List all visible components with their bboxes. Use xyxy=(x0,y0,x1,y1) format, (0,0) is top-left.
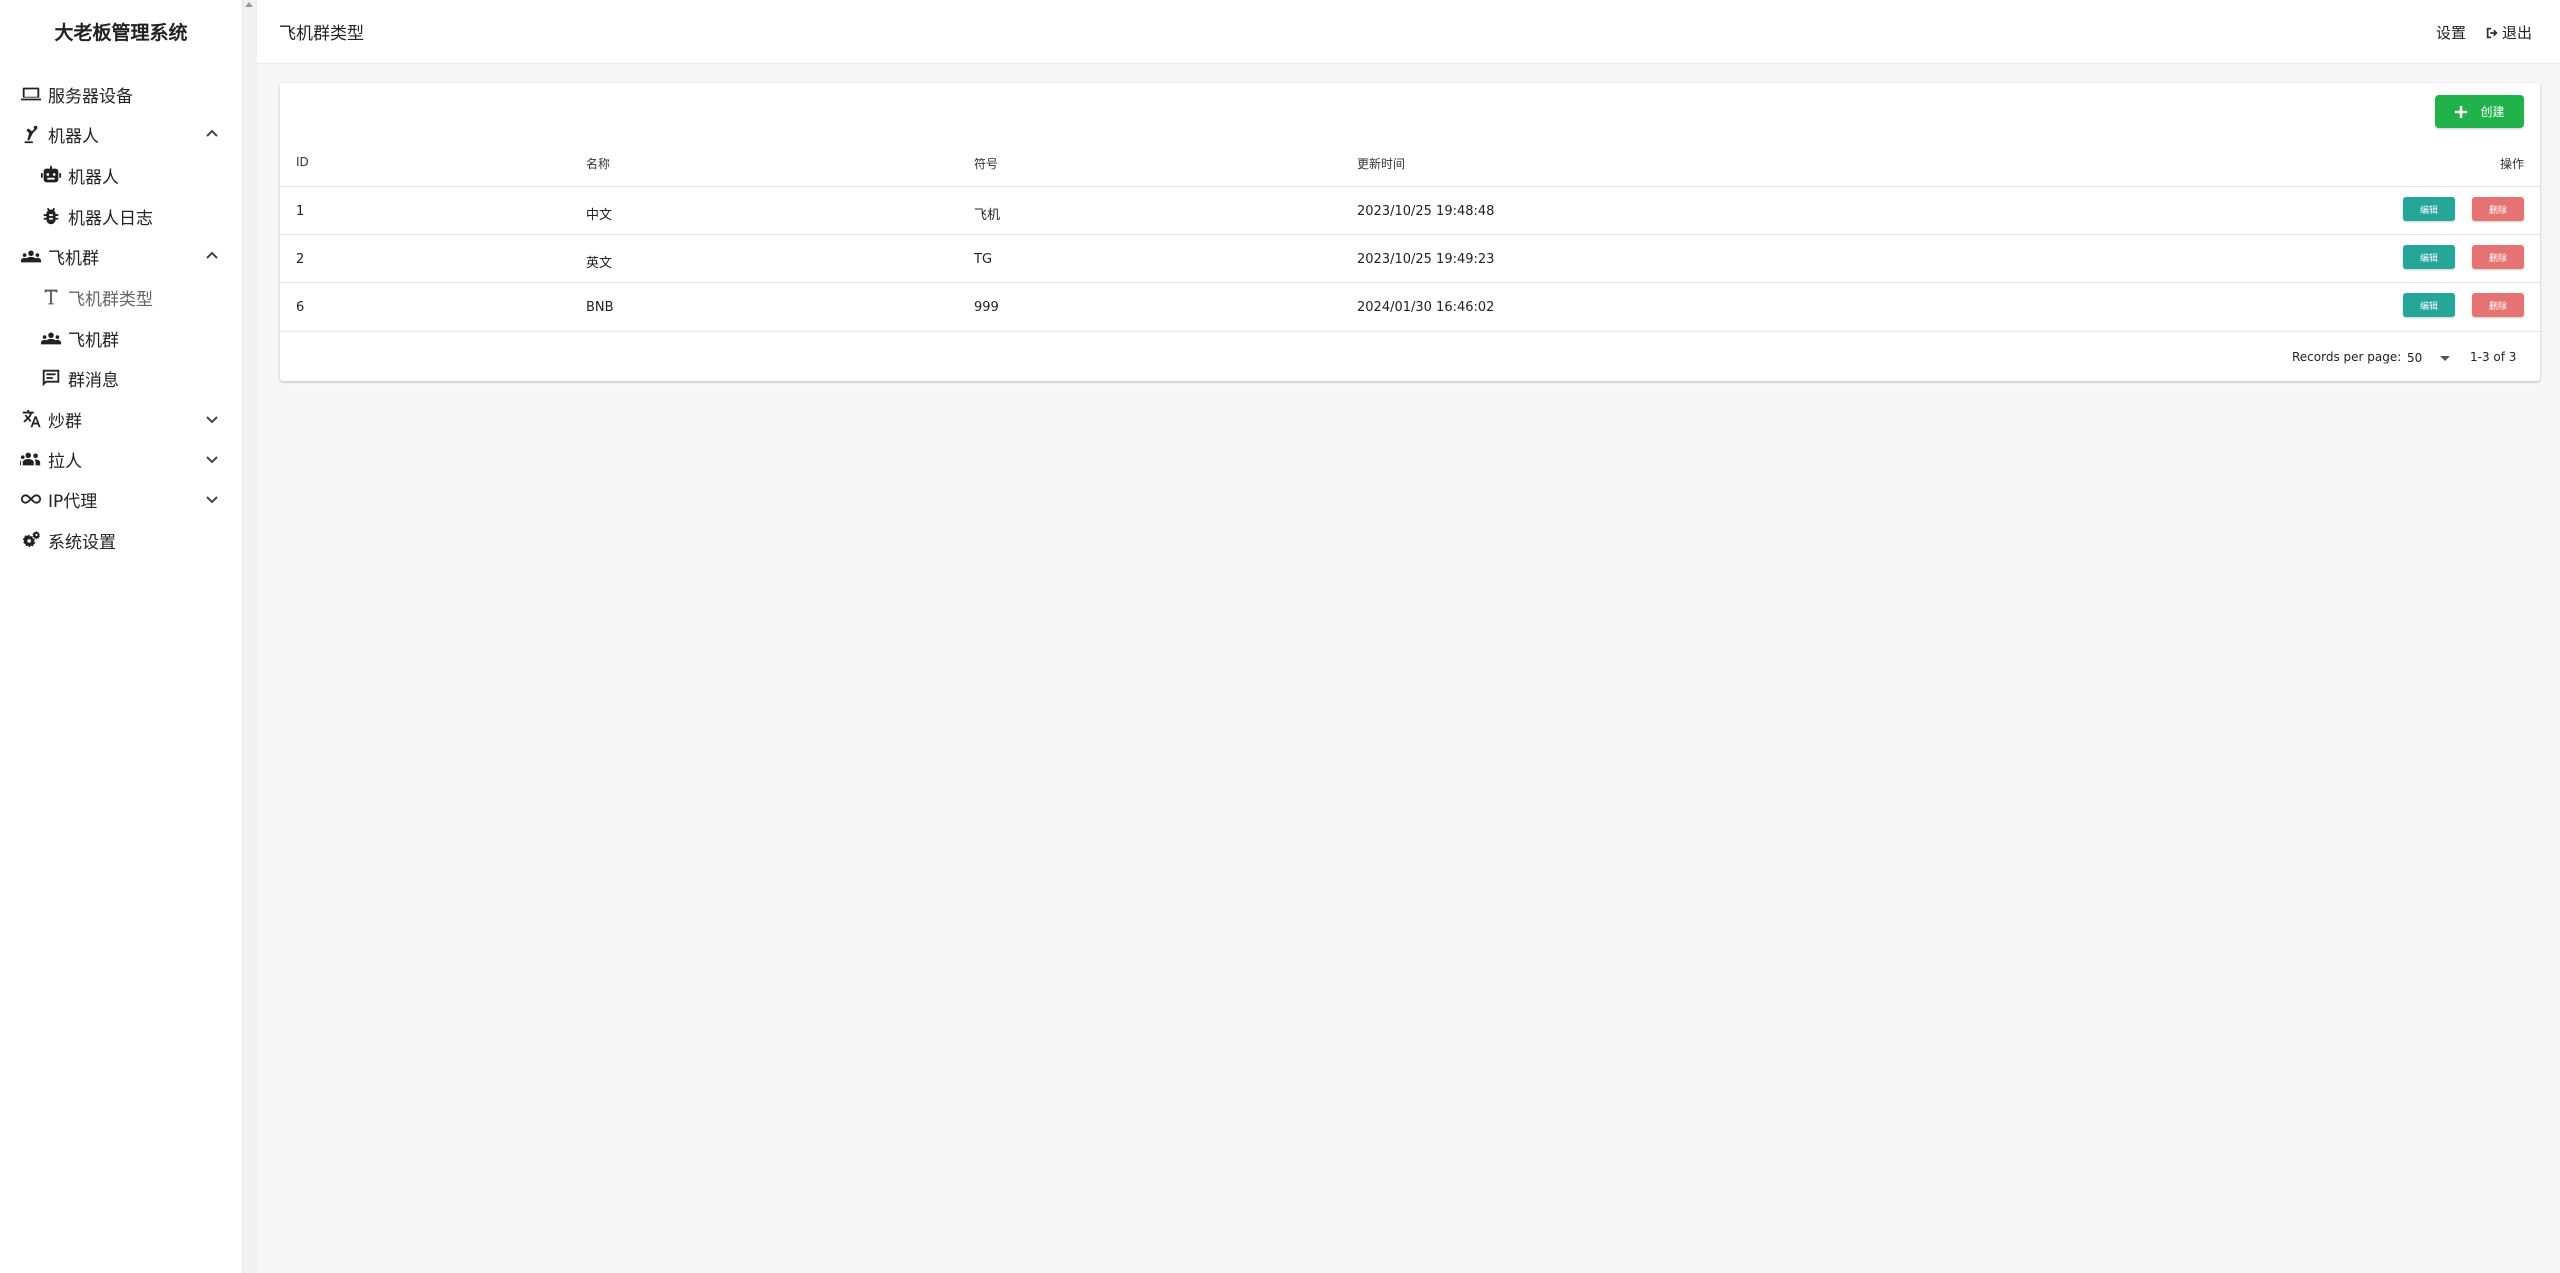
logout-icon xyxy=(2486,27,2498,38)
page-title: 飞机群类型 xyxy=(279,24,364,44)
sidebar-item-label: 机器人 xyxy=(68,167,119,188)
text-type-icon xyxy=(38,284,64,310)
column-header-actions: 操作 xyxy=(2499,157,2524,171)
per-page-value: 50 xyxy=(2407,351,2423,365)
delete-button[interactable]: 删除 xyxy=(2472,245,2524,269)
sidebar-item-robots-group[interactable]: 机器人 xyxy=(0,115,242,153)
sidebar-item-groups[interactable]: 飞机群 xyxy=(0,319,242,357)
plus-icon xyxy=(2454,105,2468,119)
sidebar-item-robots[interactable]: 机器人 xyxy=(0,156,242,194)
cell-name: BNB xyxy=(586,300,614,315)
people-icon xyxy=(18,446,44,472)
sidebar-item-group-types[interactable]: 飞机群类型 xyxy=(0,278,242,316)
delete-button[interactable]: 删除 xyxy=(2472,293,2524,317)
sidebar-scrollbar[interactable] xyxy=(242,0,257,1273)
column-header-name[interactable]: 名称 xyxy=(586,155,610,172)
sidebar-item-label: 群消息 xyxy=(68,370,119,391)
sidebar-item-label: 拉人 xyxy=(48,451,82,472)
sidebar-item-groups-group[interactable]: 飞机群 xyxy=(0,237,242,275)
sidebar-item-label: 服务器设备 xyxy=(48,86,133,107)
message-icon xyxy=(38,365,64,391)
sidebar-item-label: 飞机群 xyxy=(68,330,119,351)
sidebar: 大老板管理系统 服务器设备 机器人 机器人 机器人日志 飞机群 飞机群类型 飞机… xyxy=(0,0,242,1273)
bug-icon xyxy=(38,203,64,229)
header-divider xyxy=(280,186,2540,187)
sidebar-item-invite-group[interactable]: 拉人 xyxy=(0,440,242,478)
cell-id: 6 xyxy=(296,300,305,315)
cell-name: 英文 xyxy=(586,256,613,271)
top-bar: 飞机群类型 设置 退出 xyxy=(257,0,2560,64)
sidebar-item-label: 飞机群类型 xyxy=(68,289,153,310)
cell-id: 2 xyxy=(296,252,305,267)
cell-updated: 2023/10/25 19:49:23 xyxy=(1357,252,1495,267)
chevron-up-icon xyxy=(204,126,220,142)
chevron-down-icon xyxy=(204,451,220,467)
column-header-symbol[interactable]: 符号 xyxy=(974,155,998,172)
delete-button[interactable]: 删除 xyxy=(2472,197,2524,221)
cell-name: 中文 xyxy=(586,208,613,223)
chevron-down-icon xyxy=(204,491,220,507)
create-button[interactable]: 创建 xyxy=(2435,95,2524,128)
sidebar-item-label: 机器人 xyxy=(48,126,99,147)
sidebar-item-label: 飞机群 xyxy=(48,248,99,269)
edit-button[interactable]: 编辑 xyxy=(2403,197,2455,221)
translate-icon xyxy=(18,406,44,432)
column-header-id[interactable]: ID xyxy=(296,155,309,169)
settings-label: 设置 xyxy=(2436,24,2467,42)
brand-title: 大老板管理系统 xyxy=(54,22,188,44)
cell-updated: 2023/10/25 19:48:48 xyxy=(1357,204,1495,219)
sidebar-item-label: 炒群 xyxy=(48,411,82,432)
robot-arm-icon xyxy=(18,121,44,147)
infinity-icon xyxy=(18,486,44,512)
logout-link[interactable]: 退出 xyxy=(2485,22,2532,43)
cell-symbol: 飞机 xyxy=(974,208,1001,223)
cell-symbol: 999 xyxy=(974,300,999,315)
sidebar-item-label: 系统设置 xyxy=(48,532,116,553)
row-divider xyxy=(280,234,2540,235)
group-icon xyxy=(38,325,64,351)
sidebar-item-group-messages[interactable]: 群消息 xyxy=(0,359,242,397)
gears-icon xyxy=(18,527,44,553)
chevron-up-icon xyxy=(204,248,220,264)
sidebar-item-label: 机器人日志 xyxy=(68,208,153,229)
cell-symbol: TG xyxy=(974,252,993,267)
records-per-page-select[interactable]: 50 xyxy=(2407,349,2455,367)
edit-button[interactable]: 编辑 xyxy=(2403,245,2455,269)
footer-divider xyxy=(280,331,2540,332)
cell-id: 1 xyxy=(296,204,305,219)
sidebar-item-servers[interactable]: 服务器设备 xyxy=(0,75,242,113)
data-table-card: 创建 ID 名称 符号 更新时间 操作 1 中文 飞机 2023/10/25 1… xyxy=(280,83,2540,381)
scroll-up-arrow-icon[interactable] xyxy=(245,2,253,7)
settings-link[interactable]: 设置 xyxy=(2436,22,2466,43)
sidebar-item-label: IP代理 xyxy=(48,491,98,512)
logout-label: 退出 xyxy=(2502,24,2533,42)
sidebar-item-ip-proxy-group[interactable]: IP代理 xyxy=(0,480,242,518)
column-header-updated[interactable]: 更新时间 xyxy=(1357,155,1405,172)
row-divider xyxy=(280,282,2540,283)
edit-button[interactable]: 编辑 xyxy=(2403,293,2455,317)
robot-icon xyxy=(38,162,64,188)
records-per-page-label: Records per page: xyxy=(2292,350,2402,364)
cell-updated: 2024/01/30 16:46:02 xyxy=(1357,300,1495,315)
group-icon xyxy=(18,243,44,269)
create-button-label: 创建 xyxy=(2480,105,2505,119)
sidebar-item-system-settings[interactable]: 系统设置 xyxy=(0,521,242,559)
pagination-range: 1-3 of 3 xyxy=(2470,350,2517,364)
caret-down-icon xyxy=(2440,355,2451,361)
laptop-icon xyxy=(18,81,44,107)
sidebar-item-hype-group[interactable]: 炒群 xyxy=(0,400,242,438)
chevron-down-icon xyxy=(204,411,220,427)
sidebar-item-robot-logs[interactable]: 机器人日志 xyxy=(0,197,242,235)
